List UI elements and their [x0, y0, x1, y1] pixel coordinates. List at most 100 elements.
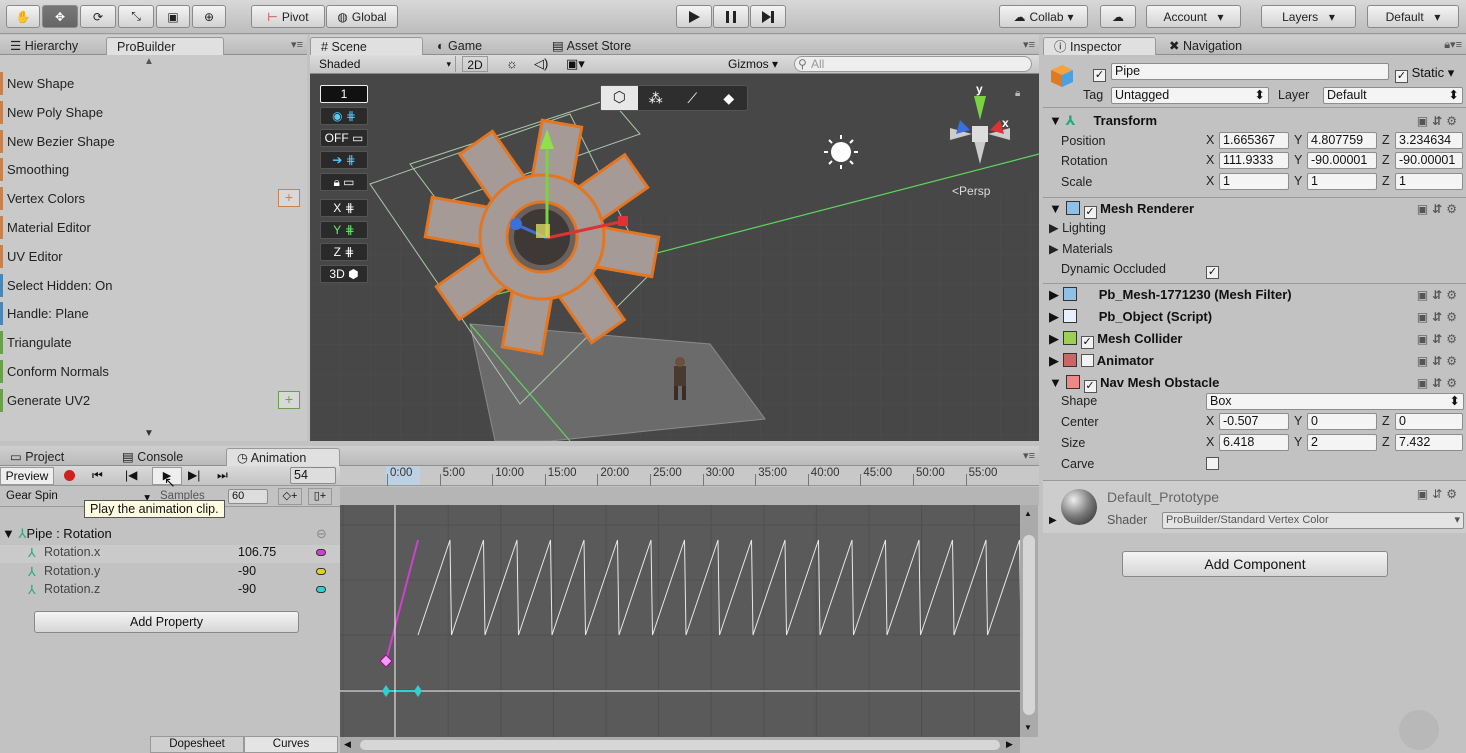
- probuilder-item[interactable]: Smoothing: [0, 155, 306, 184]
- mesh-renderer-enabled-checkbox[interactable]: ✓: [1083, 206, 1097, 219]
- scroll-thumb[interactable]: [1023, 535, 1035, 715]
- lock-toggle-icon[interactable]: 🔒︎ ▭: [320, 173, 368, 191]
- pb-object-header[interactable]: ▶ Pb_Object (Script) ▣⇵⚙: [1043, 306, 1466, 328]
- scroll-up-arrow-icon[interactable]: ▲: [144, 56, 154, 67]
- shading-mode-dropdown[interactable]: Shaded ▾: [316, 56, 456, 72]
- component-settings-icon[interactable]: ▣⇵⚙: [1417, 328, 1461, 350]
- carve-checkbox[interactable]: [1206, 457, 1219, 471]
- rotate-tool-icon[interactable]: ⟳: [80, 5, 116, 28]
- add-keyframe-icon[interactable]: ◇+: [278, 488, 302, 505]
- pos-y-field[interactable]: 4.807759: [1307, 132, 1377, 149]
- curve-editor[interactable]: [340, 505, 1020, 737]
- global-button[interactable]: ◍ Global: [326, 5, 398, 28]
- 3d-toggle[interactable]: 3D ⬢: [320, 265, 368, 283]
- mesh-collider-header[interactable]: ▶ ✓ Mesh Collider ▣⇵⚙: [1043, 328, 1466, 350]
- snap-arrow-icon[interactable]: ➔ ⋕: [320, 151, 368, 169]
- scale-z-field[interactable]: 1: [1395, 173, 1463, 190]
- prev-key-icon[interactable]: |◀: [125, 468, 137, 482]
- tag-dropdown[interactable]: Untagged ⬍: [1111, 87, 1269, 104]
- tab-game[interactable]: ◐ Game: [427, 37, 492, 55]
- animator-enabled-checkbox[interactable]: [1080, 354, 1094, 367]
- tab-animation[interactable]: ◷ Animation: [226, 448, 340, 466]
- probuilder-item[interactable]: Material Editor: [0, 213, 306, 242]
- probuilder-item[interactable]: Vertex Colors +: [0, 184, 306, 213]
- cloud-services-icon[interactable]: ☁: [1100, 5, 1136, 28]
- center-z-field[interactable]: 0: [1395, 413, 1463, 430]
- tab-asset-store[interactable]: ▤ Asset Store: [542, 37, 641, 55]
- scale-tool-icon[interactable]: ⤡: [118, 5, 154, 28]
- scroll-thumb[interactable]: [360, 740, 1000, 750]
- probuilder-item[interactable]: New Bezier Shape: [0, 127, 306, 156]
- component-settings-icon[interactable]: ▣⇵⚙: [1417, 284, 1461, 306]
- tab-project[interactable]: ▭ Project: [0, 448, 74, 466]
- object-name-input[interactable]: Pipe: [1111, 63, 1389, 80]
- options-plus-icon[interactable]: +: [278, 390, 300, 409]
- layout-dropdown[interactable]: Default ▾: [1367, 5, 1459, 28]
- animated-property-row[interactable]: ⅄ Rotation.y -90: [0, 564, 340, 582]
- edge-mode-icon[interactable]: ⟋: [674, 86, 711, 110]
- scroll-up-icon[interactable]: ▲: [1024, 509, 1032, 518]
- gizmos-dropdown[interactable]: Gizmos ▾: [728, 56, 778, 72]
- lighting-foldout[interactable]: ▶ Lighting: [1049, 220, 1106, 235]
- move-tool-icon[interactable]: ✥: [42, 5, 78, 28]
- record-button[interactable]: [64, 470, 75, 481]
- persp-label[interactable]: <Persp: [952, 184, 990, 198]
- panel-menu-icon[interactable]: ▾≡: [1023, 38, 1035, 51]
- rect-tool-icon[interactable]: ▣: [156, 5, 190, 28]
- component-settings-icon[interactable]: ▣⇵⚙: [1417, 350, 1461, 372]
- component-settings-icon[interactable]: ▣⇵⚙: [1417, 110, 1461, 132]
- tab-inspector[interactable]: ⓘ Inspector: [1043, 37, 1156, 55]
- visibility-toggle-icon[interactable]: ◉ ⋕: [320, 107, 368, 125]
- step-button[interactable]: [750, 5, 786, 28]
- shader-dropdown[interactable]: ProBuilder/Standard Vertex Color ▾: [1162, 512, 1464, 529]
- property-value[interactable]: -90: [238, 564, 256, 578]
- property-value[interactable]: -90: [238, 582, 256, 596]
- probuilder-item[interactable]: Generate UV2 +: [0, 386, 306, 415]
- materials-foldout[interactable]: ▶ Materials: [1049, 241, 1113, 256]
- mesh-renderer-header[interactable]: ▼ ✓ Mesh Renderer ▣⇵⚙: [1043, 198, 1466, 220]
- rot-y-field[interactable]: -90.00001: [1307, 152, 1377, 169]
- component-settings-icon[interactable]: ▣⇵⚙: [1417, 372, 1461, 394]
- nav-obstacle-enabled-checkbox[interactable]: ✓: [1083, 380, 1097, 393]
- nav-obstacle-header[interactable]: ▼ ✓ Nav Mesh Obstacle ▣⇵⚙: [1043, 372, 1466, 394]
- active-checkbox[interactable]: ✓: [1093, 65, 1106, 82]
- material-foldout-icon[interactable]: ▶: [1049, 515, 1057, 526]
- transform-header[interactable]: ▼ ⅄ Transform ▣⇵⚙: [1043, 110, 1466, 132]
- probuilder-item[interactable]: New Shape: [0, 69, 306, 98]
- pause-button[interactable]: [713, 5, 749, 28]
- inspector-menu-icon[interactable]: 🔒︎▾≡: [1444, 38, 1462, 52]
- effects-icon[interactable]: ▣▾: [566, 56, 585, 72]
- off-toggle[interactable]: OFF ▭: [320, 129, 368, 147]
- scale-y-field[interactable]: 1: [1307, 173, 1377, 190]
- vertex-mode-icon[interactable]: ⁂: [638, 86, 675, 110]
- tab-hierarchy[interactable]: ☰ Hierarchy: [0, 37, 88, 55]
- scroll-down-arrow-icon[interactable]: ▼: [144, 428, 154, 439]
- probuilder-item[interactable]: Select Hidden: On: [0, 271, 306, 300]
- tab-console[interactable]: ▤ Console: [112, 448, 193, 466]
- property-value[interactable]: 106.75: [238, 545, 276, 559]
- probuilder-item[interactable]: Conform Normals: [0, 357, 306, 386]
- panel-menu-icon[interactable]: ▾≡: [291, 38, 303, 51]
- pivot-button[interactable]: ⊢ Pivot: [251, 5, 325, 28]
- mesh-filter-header[interactable]: ▶ Pb_Mesh-1771230 (Mesh Filter) ▣⇵⚙: [1043, 284, 1466, 306]
- curves-tab[interactable]: Curves: [244, 736, 338, 753]
- center-x-field[interactable]: -0.507: [1219, 413, 1289, 430]
- size-x-field[interactable]: 6.418: [1219, 434, 1289, 451]
- last-key-icon[interactable]: ⏭: [217, 468, 228, 483]
- size-z-field[interactable]: 7.432: [1395, 434, 1463, 451]
- frame-input[interactable]: 54: [290, 467, 336, 484]
- scroll-right-icon[interactable]: ▶: [1006, 739, 1013, 750]
- x-axis-toggle[interactable]: X ⋕: [320, 199, 368, 217]
- options-plus-icon[interactable]: +: [278, 189, 300, 208]
- shape-dropdown[interactable]: Box ⬍: [1206, 393, 1464, 410]
- first-key-icon[interactable]: ⏮: [92, 468, 103, 483]
- add-component-button[interactable]: Add Component: [1122, 551, 1388, 577]
- tab-navigation[interactable]: ✖ Navigation: [1159, 37, 1252, 55]
- mesh-collider-enabled-checkbox[interactable]: ✓: [1080, 336, 1094, 349]
- dynamic-occluded-checkbox[interactable]: ✓: [1206, 262, 1219, 279]
- curve-color-icon[interactable]: [316, 549, 326, 556]
- lock-icon[interactable]: 🔒︎: [1015, 88, 1020, 99]
- property-group-row[interactable]: ▼ ⅄Pipe : Rotation ⊖: [0, 526, 340, 542]
- layer-dropdown[interactable]: Default ⬍: [1323, 87, 1463, 104]
- static-toggle[interactable]: ✓ Static ▾: [1395, 65, 1454, 83]
